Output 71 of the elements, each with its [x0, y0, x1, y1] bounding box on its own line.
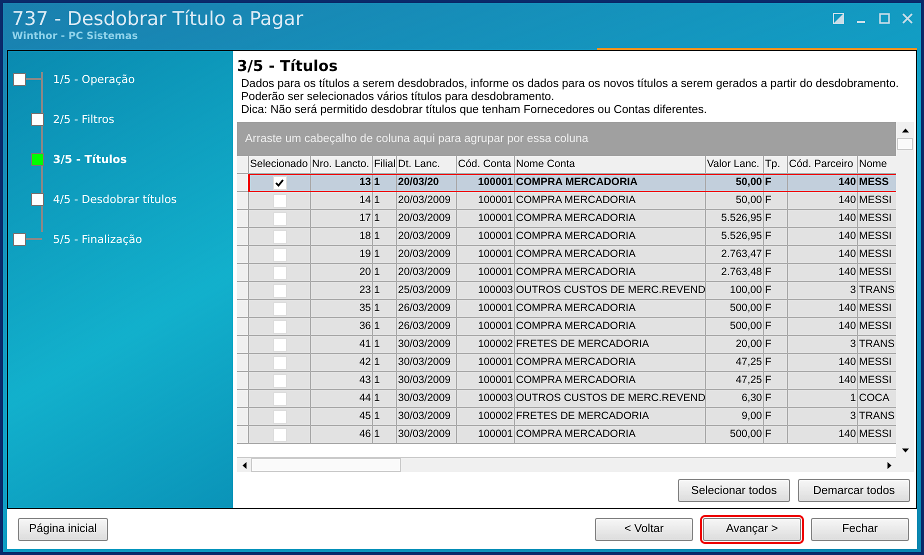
- table-row[interactable]: 41 1 30/03/2009 100002 FRETES DE MERCADORIA 20,00 F 3 TRANS: [237, 336, 896, 354]
- checkbox[interactable]: [272, 428, 286, 442]
- table-cell: F: [764, 426, 788, 444]
- table-row[interactable]: 43 1 30/03/2009 100001 COMPRA MERCADORIA 47,25 F 140 MESSI: [237, 372, 896, 390]
- home-button[interactable]: Página inicial: [18, 518, 108, 540]
- table-cell: COMPRA MERCADORIA: [515, 426, 706, 444]
- restore-icon[interactable]: [833, 13, 844, 24]
- checkbox[interactable]: [272, 374, 286, 388]
- checkbox[interactable]: [272, 212, 286, 226]
- column-header[interactable]: Filial: [373, 156, 397, 174]
- checkbox[interactable]: [272, 284, 286, 298]
- table-row[interactable]: 17 1 20/03/2009 100001 COMPRA MERCADORIA 5.526,95 F 140 MESSI: [237, 210, 896, 228]
- checkbox[interactable]: [272, 410, 286, 424]
- scroll-thumb[interactable]: [251, 458, 401, 472]
- close-icon[interactable]: [902, 13, 913, 24]
- scroll-up-icon[interactable]: [902, 126, 908, 134]
- scroll-thumb[interactable]: [897, 138, 913, 150]
- checkbox[interactable]: [272, 320, 286, 334]
- checkbox[interactable]: [272, 302, 286, 316]
- maximize-icon[interactable]: [879, 13, 890, 24]
- scroll-down-icon[interactable]: [902, 446, 908, 454]
- table-row[interactable]: 36 1 26/03/2009 100001 COMPRA MERCADORIA 500,00 F 140 MESSI: [237, 318, 896, 336]
- column-header[interactable]: Tp.: [764, 156, 788, 174]
- nav-button[interactable]: Fechar: [811, 518, 909, 540]
- group-hint: Arraste um cabeçalho de coluna aqui para agrupar por essa coluna: [245, 133, 588, 145]
- nav-button[interactable]: < Voltar: [595, 518, 693, 540]
- scroll-right-icon[interactable]: [886, 462, 892, 468]
- table-row[interactable]: 44 1 30/03/2009 100003 OUTROS CUSTOS DE MERC.REVEND 6,30 F 1 COCA: [237, 390, 896, 408]
- table-row[interactable]: 14 1 20/03/2009 100001 COMPRA MERCADORIA 50,00 F 140 MESSI: [237, 192, 896, 210]
- column-header[interactable]: Cód. Conta: [457, 156, 515, 174]
- page-title: 3/5 - Títulos: [237, 57, 339, 75]
- description-text: Poderão ser selecionados vários títulos para desdobramento.: [240, 91, 556, 104]
- table-row[interactable]: 20 1 20/03/2009 100001 COMPRA MERCADORIA 2.763,48 F 140 MESSI: [237, 264, 896, 282]
- table-row[interactable]: 46 1 30/03/2009 100001 COMPRA MERCADORIA 500,00 F 140 MESSI: [237, 426, 896, 444]
- table-row[interactable]: 35 1 26/03/2009 100001 COMPRA MERCADORIA 500,00 F 140 MESSI: [237, 300, 896, 318]
- horizontal-scrollbar[interactable]: [237, 457, 896, 472]
- step-label[interactable]: 1/5 - Operação: [53, 72, 135, 86]
- table-row[interactable]: 45 1 30/03/2009 100002 FRETES DE MERCADORIA 9,00 F 3 TRANS: [237, 408, 896, 426]
- select-button[interactable]: Demarcar todos: [798, 479, 910, 502]
- column-header[interactable]: Selecionado: [249, 156, 311, 174]
- checkbox[interactable]: [272, 338, 286, 352]
- table-cell: 46: [311, 426, 373, 444]
- window-subtitle: Winthor - PC Sistemas: [12, 31, 139, 42]
- column-header[interactable]: Nro. Lancto.: [311, 156, 373, 174]
- column-header[interactable]: Valor Lanc.: [706, 156, 764, 174]
- column-header[interactable]: Nome Conta: [515, 156, 706, 174]
- table-cell: 100001: [457, 426, 515, 444]
- table-cell: 1: [373, 426, 397, 444]
- checkbox[interactable]: [272, 230, 286, 244]
- scroll-left-icon[interactable]: [240, 462, 248, 468]
- checkbox[interactable]: [272, 266, 286, 280]
- column-header[interactable]: Cód. Parceiro: [788, 156, 858, 174]
- column-header[interactable]: Dt. Lanc.: [397, 156, 457, 174]
- checkbox[interactable]: [272, 194, 286, 208]
- checkbox[interactable]: [272, 392, 286, 406]
- table-cell: 30/03/2009: [397, 426, 457, 444]
- table-row[interactable]: 19 1 20/03/2009 100001 COMPRA MERCADORIA 2.763,47 F 140 MESSI: [237, 246, 896, 264]
- description-text: Dados para os títulos a serem desdobrados, informe os dados para os novos títulos a serem gerados a partir do desdobramento.: [240, 78, 900, 91]
- window-title: 737 - Desdobrar Título a Pagar: [12, 7, 304, 31]
- select-button[interactable]: Selecionar todos: [678, 479, 790, 502]
- table-cell: 140: [788, 426, 858, 444]
- table-row[interactable]: 42 1 30/03/2009 100001 COMPRA MERCADORIA 47,25 F 140 MESSI: [237, 354, 896, 372]
- vertical-scrollbar[interactable]: [896, 122, 914, 472]
- description-text: Dica: Não será permitido desdobrar títulos que tenham Fornecedores ou Contas diferentes.: [240, 104, 708, 117]
- table-cell: 500,00: [706, 426, 764, 444]
- checkbox[interactable]: [272, 356, 286, 370]
- table-row[interactable]: 13 1 20/03/20 100001 COMPRA MERCADORIA 50,00 F 140 MESS: [237, 174, 896, 192]
- table-row[interactable]: 23 1 25/03/2009 100003 OUTROS CUSTOS DE MERC.REVEND 100,00 F 3 TRANS: [237, 282, 896, 300]
- checkbox[interactable]: [272, 176, 286, 190]
- checkbox[interactable]: [272, 248, 286, 262]
- table-row[interactable]: 18 1 20/03/2009 100001 COMPRA MERCADORIA 5.526,95 F 140 MESSI: [237, 228, 896, 246]
